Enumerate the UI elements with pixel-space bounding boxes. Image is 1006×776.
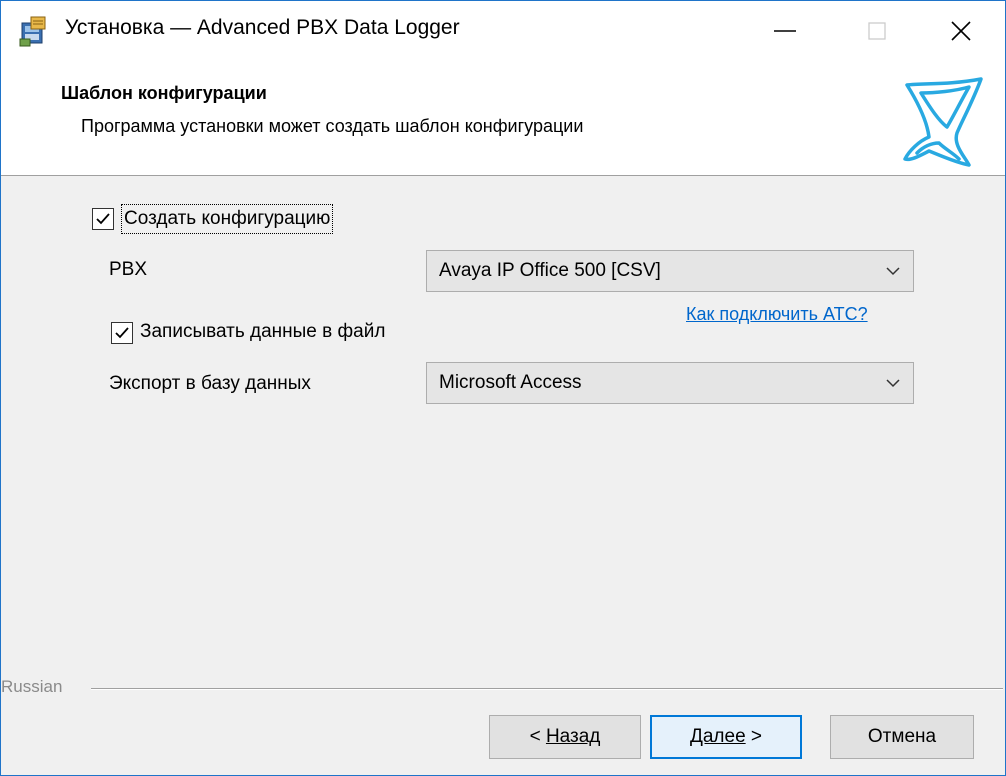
footer-divider xyxy=(91,688,1003,690)
page-subtitle: Программа установки может создать шаблон… xyxy=(81,116,584,136)
installer-icon xyxy=(19,15,49,47)
title-bar[interactable]: Установка — Advanced PBX Data Logger xyxy=(1,1,1005,61)
cancel-button-label: Отмена xyxy=(867,726,937,747)
back-prefix: < xyxy=(529,726,546,747)
minimize-icon xyxy=(774,30,796,32)
next-button[interactable]: Далее > xyxy=(650,715,802,759)
chevron-down-icon xyxy=(886,267,900,276)
export-db-selected-value: Microsoft Access xyxy=(439,372,582,393)
pbx-label: PBX xyxy=(109,259,148,280)
maximize-icon xyxy=(868,22,886,40)
close-button[interactable] xyxy=(915,1,1006,61)
how-to-connect-pbx-link[interactable]: Как подключить АТС? xyxy=(686,304,868,325)
next-suffix: > xyxy=(745,726,763,747)
installer-window: Установка — Advanced PBX Data Logger Шаб… xyxy=(0,0,1006,776)
maximize-button xyxy=(831,1,923,61)
checkmark-icon xyxy=(96,213,110,225)
back-button-label: Назад xyxy=(545,726,601,747)
pbx-select[interactable]: Avaya IP Office 500 [CSV] xyxy=(426,250,914,292)
wizard-header: Шаблон конфигурации Программа установки … xyxy=(1,61,1005,176)
export-db-label: Экспорт в базу данных xyxy=(109,373,311,394)
pbx-selected-value: Avaya IP Office 500 [CSV] xyxy=(439,260,661,281)
cancel-button[interactable]: Отмена xyxy=(830,715,974,759)
checkmark-icon xyxy=(115,327,129,339)
window-title: Установка — Advanced PBX Data Logger xyxy=(65,16,460,39)
minimize-button[interactable] xyxy=(739,1,831,61)
company-logo xyxy=(899,71,989,171)
language-label: Russian xyxy=(1,677,71,697)
chevron-down-icon xyxy=(886,379,900,388)
write-to-file-checkbox[interactable] xyxy=(111,322,133,344)
page-title: Шаблон конфигурации xyxy=(61,83,267,103)
close-icon xyxy=(951,21,971,41)
write-to-file-label[interactable]: Записывать данные в файл xyxy=(140,321,385,343)
create-config-label[interactable]: Создать конфигурацию xyxy=(121,204,334,234)
next-button-label: Далее xyxy=(689,726,746,747)
create-config-checkbox[interactable] xyxy=(92,208,114,230)
back-button[interactable]: < Назад xyxy=(489,715,641,759)
export-db-select[interactable]: Microsoft Access xyxy=(426,362,914,404)
